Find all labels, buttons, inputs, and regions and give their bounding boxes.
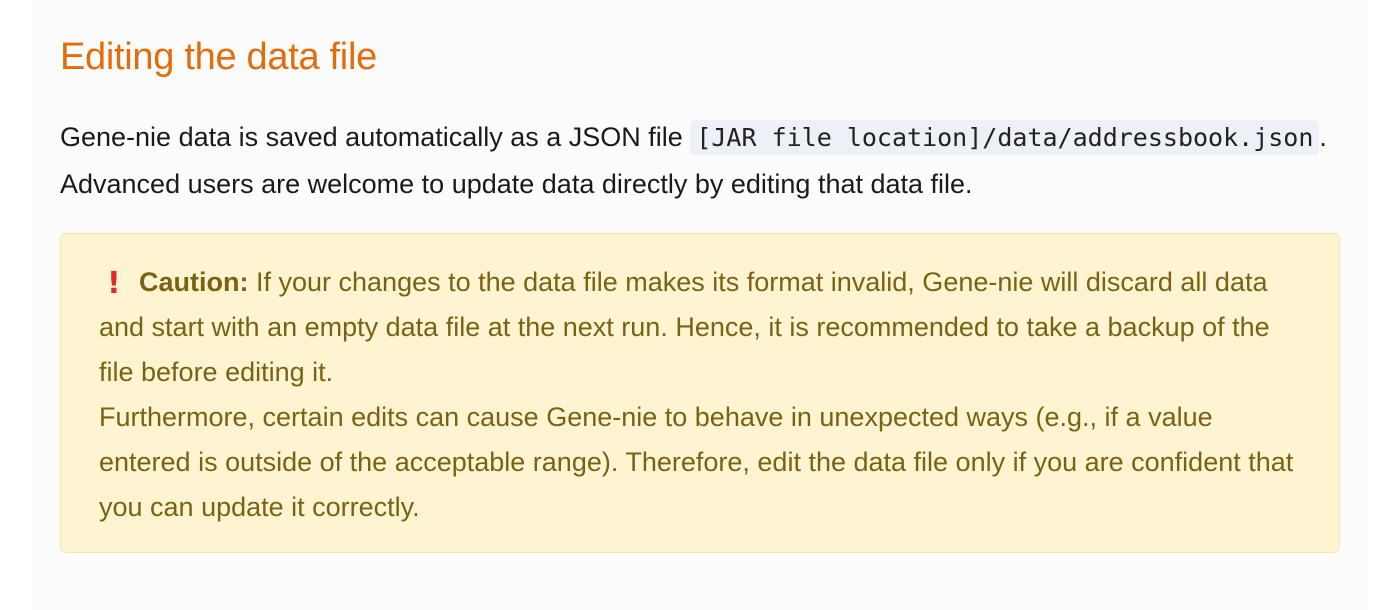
caution-line-2: Furthermore, certain edits can cause Gen… [99, 402, 1294, 522]
data-file-path-code: [JAR file location]/data/addressbook.jso… [690, 120, 1320, 155]
section-heading: Editing the data file [60, 36, 377, 78]
caution-text-1: If your changes to the data file makes i… [99, 267, 1270, 387]
caution-label: Caution: [139, 267, 249, 297]
paragraph-text-start: Gene-nie data is saved automatically as … [60, 122, 691, 152]
doc-content: Editing the data file Gene-nie data is s… [32, 0, 1368, 610]
page: Editing the data file Gene-nie data is s… [0, 0, 1390, 610]
caution-line-1: ! Caution: If your changes to the data fi… [99, 260, 1301, 395]
exclamation-icon: ! [107, 266, 121, 301]
data-file-paragraph: Gene-nie data is saved automatically as … [60, 114, 1330, 207]
caution-callout: ! Caution: If your changes to the data fi… [60, 233, 1340, 553]
